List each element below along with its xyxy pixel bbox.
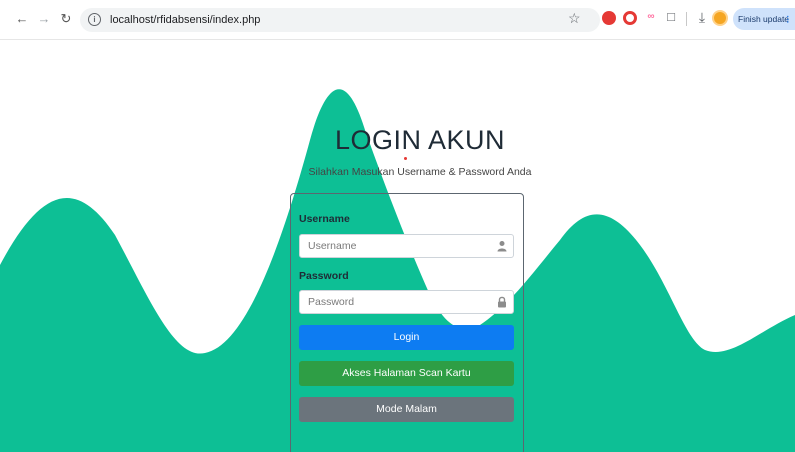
profile-avatar-icon[interactable] xyxy=(712,10,728,26)
scan-card-page-button[interactable]: Akses Halaman Scan Kartu xyxy=(299,361,514,386)
user-icon xyxy=(497,241,507,252)
password-placeholder: Password xyxy=(308,296,355,308)
extensions-puzzle-icon[interactable]: □ xyxy=(664,8,678,26)
infinity-extension-icon[interactable]: ∞ xyxy=(644,9,658,25)
password-input[interactable]: Password xyxy=(299,290,514,314)
adblock-extension-icon[interactable] xyxy=(602,11,616,25)
back-arrow-icon[interactable]: ← xyxy=(14,11,30,27)
url-text[interactable]: localhost/rfidabsensi/index.php xyxy=(110,12,260,28)
red-dot-mark xyxy=(404,157,407,160)
site-info-icon[interactable]: i xyxy=(88,13,101,26)
page-subtitle: Silahkan Masukan Username & Password And… xyxy=(308,166,532,178)
browser-toolbar: ← → ↻ i localhost/rfidabsensi/index.php … xyxy=(0,0,795,40)
bookmark-star-icon[interactable]: ☆ xyxy=(568,10,581,27)
login-button[interactable]: Login xyxy=(299,325,514,350)
toolbar-divider xyxy=(686,12,687,26)
username-label: Username xyxy=(299,213,350,225)
username-input[interactable]: Username xyxy=(299,234,514,258)
forward-arrow-icon[interactable]: → xyxy=(36,11,52,27)
page-title: LOGIN AKUN xyxy=(334,125,506,155)
more-menu-icon[interactable]: ⋮ xyxy=(784,8,793,30)
finish-update-label: Finish update xyxy=(738,14,790,24)
opera-extension-icon[interactable] xyxy=(623,11,637,25)
night-mode-button[interactable]: Mode Malam xyxy=(299,397,514,422)
username-placeholder: Username xyxy=(308,240,357,252)
password-label: Password xyxy=(299,270,349,282)
reload-icon[interactable]: ↻ xyxy=(58,11,74,27)
address-bar[interactable]: i localhost/rfidabsensi/index.php xyxy=(80,8,600,32)
lock-icon xyxy=(498,296,506,308)
finish-update-button[interactable]: Finish update ⋮ xyxy=(733,8,795,30)
download-icon[interactable]: ⤓ xyxy=(694,8,710,26)
